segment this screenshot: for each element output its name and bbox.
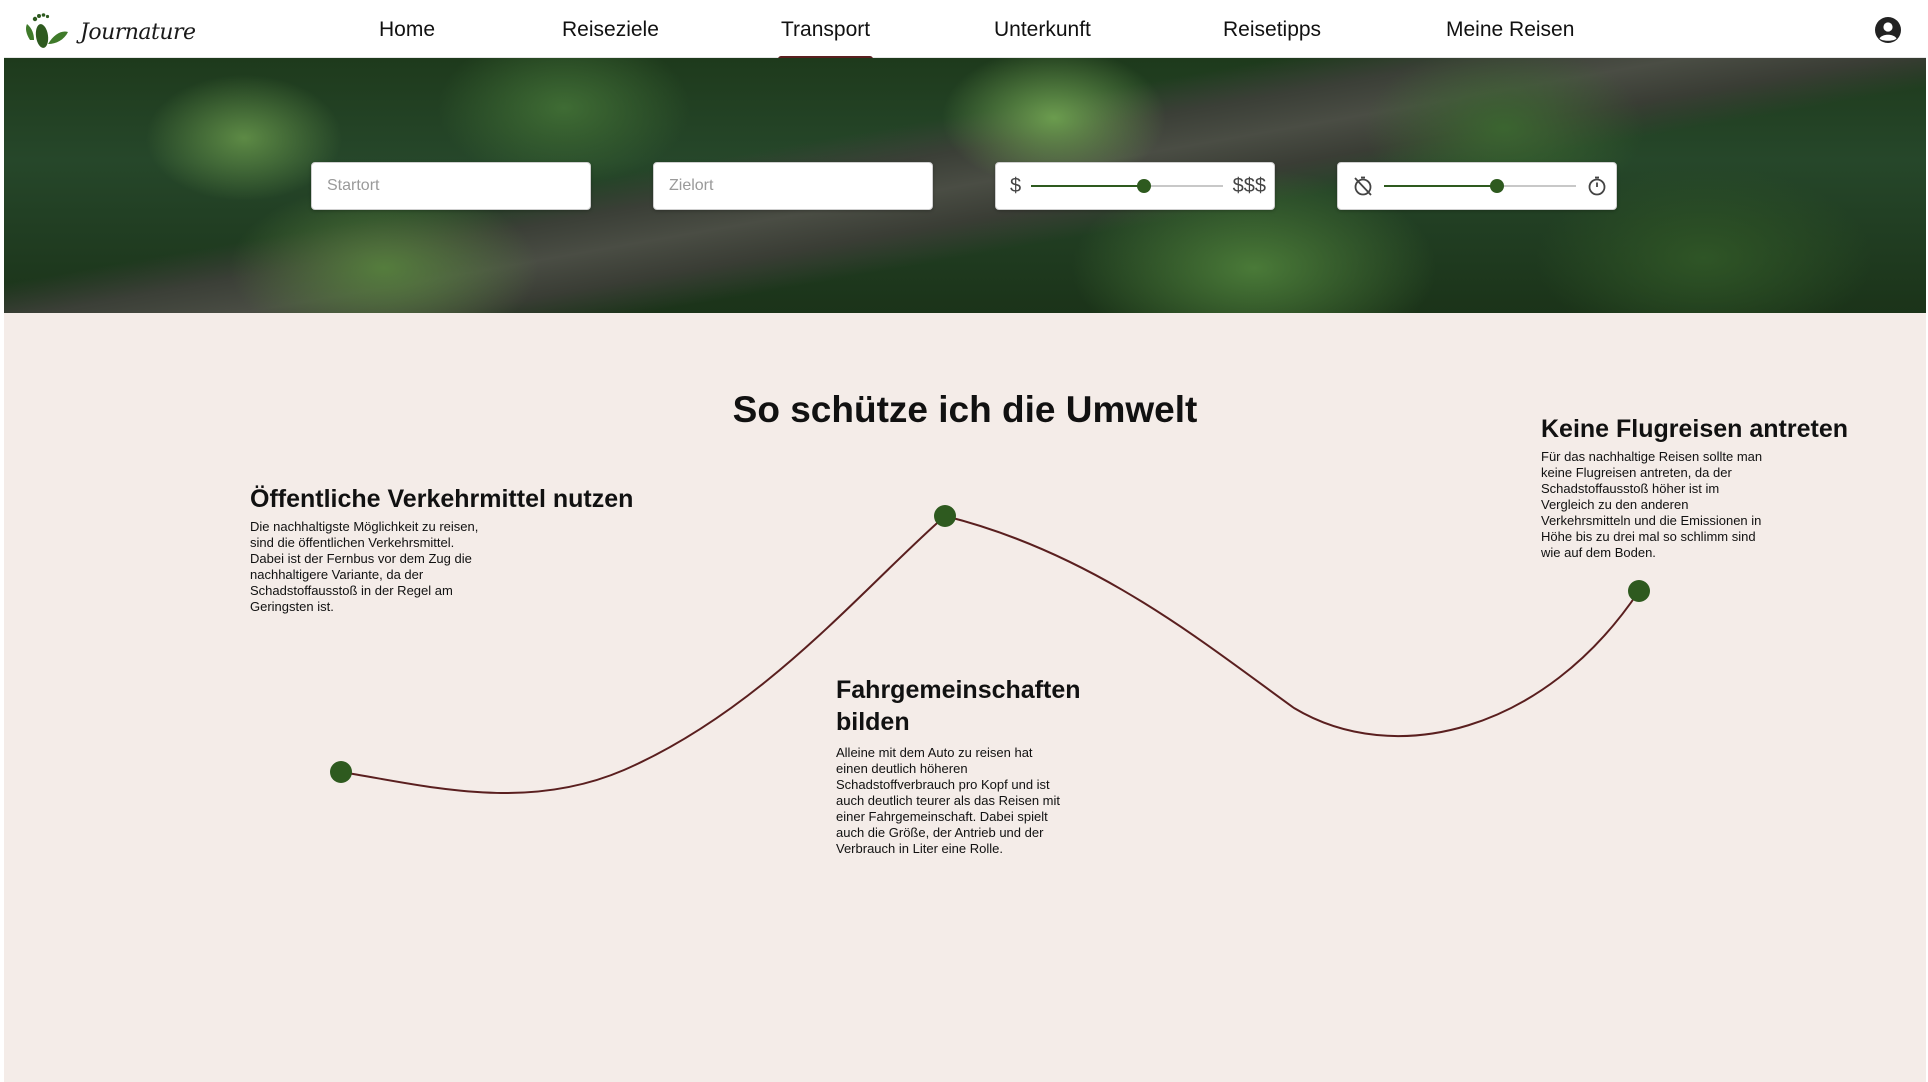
tip-text-line: Höhe bis zu drei mal so schlimm sind: [1541, 529, 1756, 544]
destination-field[interactable]: [653, 162, 933, 210]
tip-title-public-transport: Öffentliche Verkehrmittel nutzen: [250, 485, 634, 513]
tip-text-line: Die nachhaltigste Möglichkeit zu reisen,: [250, 519, 479, 534]
tip-text-line: Schadstoffausstoß in der Regel am: [250, 583, 453, 598]
tip-text-line: wie auf dem Boden.: [1541, 545, 1656, 560]
tip-text-line: Für das nachhaltige Reisen sollte man: [1541, 449, 1763, 464]
account-circle-icon: [1875, 17, 1901, 43]
tip-text-line: Schadstoffausstoß höher ist im: [1541, 481, 1720, 496]
environment-tips-section: So schütze ich die Umwelt Öffentliche Ve…: [4, 313, 1926, 1082]
main-menu: Home Reiseziele Transport Unterkunft Rei…: [4, 2, 1926, 60]
start-field[interactable]: [311, 162, 591, 210]
nav-unterkunft[interactable]: Unterkunft: [994, 18, 1091, 42]
price-slider-track[interactable]: [1031, 179, 1223, 193]
timeline-point-2: [934, 505, 956, 527]
nav-home[interactable]: Home: [379, 18, 435, 42]
duration-slider-handle[interactable]: [1490, 179, 1505, 193]
tip-text-line: sind die öffentlichen Verkehrsmittel.: [250, 535, 455, 550]
account-button[interactable]: [1874, 16, 1902, 44]
tip-text-line: Alleine mit dem Auto zu reisen hat: [836, 745, 1033, 760]
timer-icon: [1588, 176, 1606, 196]
duration-slider-track[interactable]: [1384, 179, 1576, 193]
price-slider[interactable]: $ $$$: [995, 162, 1275, 210]
duration-slider[interactable]: [1337, 162, 1617, 210]
destination-input[interactable]: [654, 163, 932, 209]
tip-text-line: einen deutlich höheren: [836, 761, 968, 776]
tip-text-line: Verbrauch in Liter eine Rolle.: [836, 841, 1003, 856]
tip-title-carpooling: Fahrgemeinschaften bilden: [836, 674, 1081, 738]
tip-text-line: nachhaltigere Variante, da der: [250, 567, 424, 582]
tip-text-public-transport: Die nachhaltigste Möglichkeit zu reisen,…: [250, 519, 510, 615]
tip-text-line: keine Flugreisen antreten, da der: [1541, 465, 1732, 480]
tip-text-line: Vergleich zu den anderen: [1541, 497, 1689, 512]
nav-transport[interactable]: Transport: [777, 18, 874, 60]
tip-text-carpooling: Alleine mit dem Auto zu reisen hat einen…: [836, 745, 1096, 857]
start-input[interactable]: [312, 163, 590, 209]
tip-title-no-flights: Keine Flugreisen antreten: [1541, 415, 1849, 443]
top-navigation: Journature Home Reiseziele Transport Unt…: [4, 2, 1926, 60]
tip-text-line: Dabei ist der Fernbus vor dem Zug die: [250, 551, 472, 566]
price-min-label: $: [1010, 174, 1022, 197]
price-slider-fill: [1031, 185, 1145, 187]
nav-reisetipps[interactable]: Reisetipps: [1223, 18, 1321, 42]
timer-off-icon: [1354, 176, 1372, 196]
duration-slider-fill: [1384, 185, 1498, 187]
hero-forest-banner: $ $$$: [4, 58, 1926, 313]
tip-title-line: bilden: [836, 708, 910, 736]
tip-text-line: einer Fahrgemeinschaft. Dabei spielt: [836, 809, 1048, 824]
price-max-label: $$$: [1232, 174, 1266, 197]
tip-text-line: auch die Größe, der Antrieb und der: [836, 825, 1044, 840]
nav-meine-reisen[interactable]: Meine Reisen: [1446, 18, 1574, 42]
tip-text-line: Schadstoffverbrauch pro Kopf und ist: [836, 777, 1050, 792]
price-slider-handle[interactable]: [1137, 179, 1152, 193]
tip-title-line: Fahrgemeinschaften: [836, 676, 1081, 704]
tip-text-line: Verkehrsmitteln und die Emissionen in: [1541, 513, 1762, 528]
timeline-point-3: [1628, 580, 1650, 602]
tip-text-line: auch deutlich teurer als das Reisen mit: [836, 793, 1061, 808]
tip-text-line: Geringsten ist.: [250, 599, 334, 614]
timeline-point-1: [330, 761, 352, 783]
tip-text-no-flights: Für das nachhaltige Reisen sollte man ke…: [1541, 449, 1801, 561]
nav-reiseziele[interactable]: Reiseziele: [562, 18, 659, 42]
